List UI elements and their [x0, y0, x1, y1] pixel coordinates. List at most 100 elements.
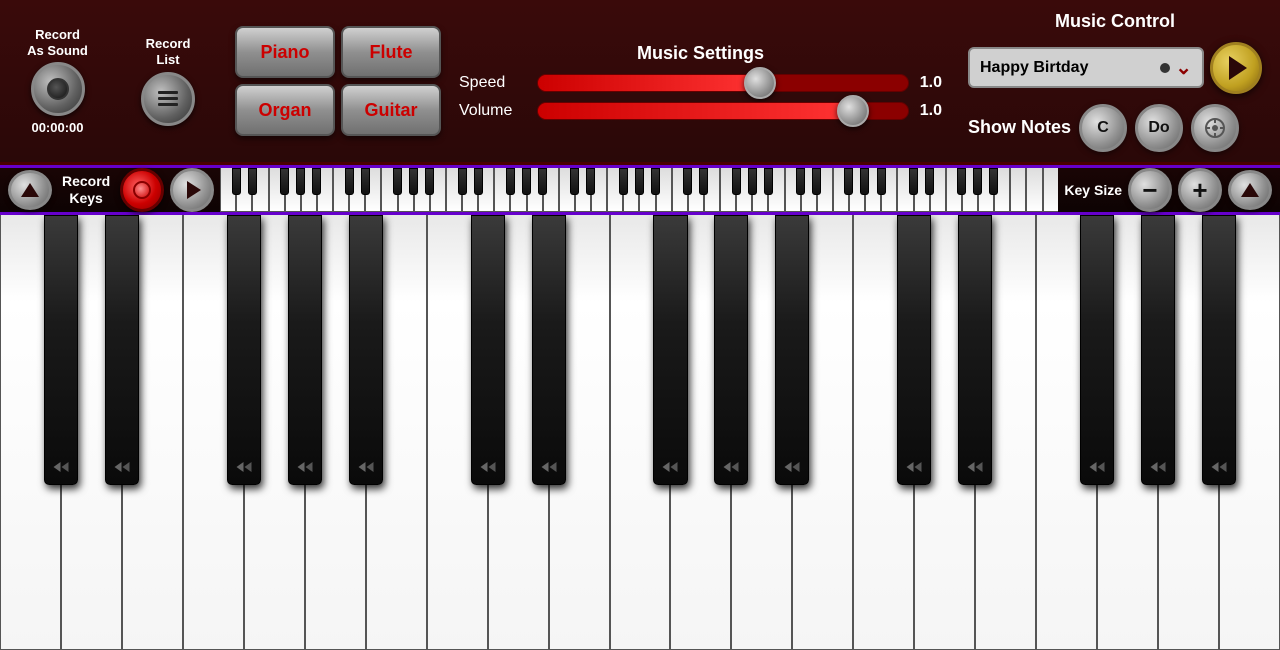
volume-label: Volume	[459, 102, 529, 120]
black-key[interactable]	[714, 215, 748, 485]
volume-value: 1.0	[917, 102, 942, 120]
black-key[interactable]	[897, 215, 931, 485]
record-as-sound-button[interactable]	[31, 62, 85, 116]
mini-black-key[interactable]	[474, 168, 483, 195]
mini-white-key[interactable]	[1010, 168, 1026, 212]
mini-black-key[interactable]	[699, 168, 708, 195]
flute-button[interactable]: Flute	[341, 26, 441, 78]
mini-black-key[interactable]	[248, 168, 257, 195]
mini-black-key[interactable]	[877, 168, 886, 195]
mini-black-key[interactable]	[619, 168, 628, 195]
mini-black-key[interactable]	[506, 168, 515, 195]
mini-black-key[interactable]	[909, 168, 918, 195]
record-keys-label: Record Keys	[62, 173, 110, 207]
mini-black-key[interactable]	[312, 168, 321, 195]
volume-thumb[interactable]	[837, 95, 869, 127]
record-list-button[interactable]	[141, 72, 195, 126]
keyboard-bar: Record Keys Key Size − +	[0, 165, 1280, 215]
show-notes-label: Show Notes	[968, 117, 1071, 138]
black-key[interactable]	[958, 215, 992, 485]
mini-black-key[interactable]	[989, 168, 998, 195]
mini-black-key[interactable]	[844, 168, 853, 195]
black-key[interactable]	[44, 215, 78, 485]
music-control-title: Music Control	[968, 11, 1262, 32]
mini-black-key[interactable]	[764, 168, 773, 195]
piano-keyboard	[0, 215, 1280, 650]
black-key[interactable]	[775, 215, 809, 485]
organ-button[interactable]: Organ	[235, 84, 335, 136]
list-icon	[156, 89, 180, 108]
black-key[interactable]	[349, 215, 383, 485]
music-settings-title: Music Settings	[637, 43, 764, 64]
mini-black-key[interactable]	[361, 168, 370, 195]
mini-black-key[interactable]	[748, 168, 757, 195]
mini-black-key[interactable]	[345, 168, 354, 195]
black-key[interactable]	[653, 215, 687, 485]
mini-black-key[interactable]	[538, 168, 547, 195]
mini-black-key[interactable]	[973, 168, 982, 195]
mini-black-key[interactable]	[796, 168, 805, 195]
mini-black-key[interactable]	[651, 168, 660, 195]
note-symbol-button[interactable]	[1191, 104, 1239, 152]
volume-slider-track[interactable]	[537, 102, 909, 120]
mini-black-key[interactable]	[957, 168, 966, 195]
note-do-button[interactable]: Do	[1135, 104, 1183, 152]
mini-black-key[interactable]	[280, 168, 289, 195]
mini-black-key[interactable]	[296, 168, 305, 195]
up-arrow-icon	[1241, 183, 1259, 197]
speed-thumb[interactable]	[744, 67, 776, 99]
mini-black-key[interactable]	[635, 168, 644, 195]
key-size-up-button[interactable]	[1228, 170, 1272, 210]
mini-piano-scroll[interactable]	[220, 168, 1058, 212]
black-key[interactable]	[227, 215, 261, 485]
black-key[interactable]	[471, 215, 505, 485]
song-name: Happy Birtday	[980, 59, 1088, 77]
mini-black-key[interactable]	[732, 168, 741, 195]
mini-black-key[interactable]	[586, 168, 595, 195]
song-dot	[1160, 63, 1170, 73]
mini-black-key[interactable]	[925, 168, 934, 195]
song-dropdown[interactable]: Happy Birtday ⌄	[968, 47, 1204, 88]
scroll-up-button[interactable]	[8, 170, 52, 210]
guitar-button[interactable]: Guitar	[341, 84, 441, 136]
key-size-increase-button[interactable]: +	[1178, 168, 1222, 212]
chevron-down-icon: ⌄	[1175, 55, 1192, 80]
speed-value: 1.0	[917, 74, 942, 92]
play-button[interactable]	[170, 168, 214, 212]
mini-black-key[interactable]	[232, 168, 241, 195]
play-song-button[interactable]	[1210, 42, 1262, 94]
mini-black-key[interactable]	[570, 168, 579, 195]
mini-black-key[interactable]	[522, 168, 531, 195]
wheel-icon	[1204, 117, 1226, 139]
black-key[interactable]	[1141, 215, 1175, 485]
key-size-label: Key Size	[1064, 182, 1122, 198]
timer-display: 00:00:00	[31, 120, 83, 135]
key-size-decrease-button[interactable]: −	[1128, 168, 1172, 212]
black-key[interactable]	[532, 215, 566, 485]
mini-black-key[interactable]	[425, 168, 434, 195]
piano-button[interactable]: Piano	[235, 26, 335, 78]
mini-black-key[interactable]	[409, 168, 418, 195]
music-control: Music Control Happy Birtday ⌄ Show Notes…	[960, 3, 1270, 160]
black-key[interactable]	[105, 215, 139, 485]
play-icon	[187, 181, 201, 199]
show-notes-row: Show Notes C Do	[968, 104, 1262, 152]
instrument-buttons: Piano Flute Organ Guitar	[235, 26, 441, 136]
mini-black-key[interactable]	[860, 168, 869, 195]
note-c-button[interactable]: C	[1079, 104, 1127, 152]
speed-row: Speed 1.0	[459, 74, 942, 92]
mini-black-key[interactable]	[393, 168, 402, 195]
record-button[interactable]	[120, 168, 164, 212]
black-key[interactable]	[1202, 215, 1236, 485]
black-key[interactable]	[1080, 215, 1114, 485]
mini-white-key[interactable]	[1043, 168, 1059, 212]
mini-black-key[interactable]	[458, 168, 467, 195]
play-icon	[1229, 56, 1247, 80]
black-key[interactable]	[288, 215, 322, 485]
mini-black-key[interactable]	[683, 168, 692, 195]
speed-slider-track[interactable]	[537, 74, 909, 92]
up-arrow-icon	[21, 183, 39, 197]
mini-white-key[interactable]	[1026, 168, 1042, 212]
record-icon	[133, 181, 151, 199]
mini-black-key[interactable]	[812, 168, 821, 195]
